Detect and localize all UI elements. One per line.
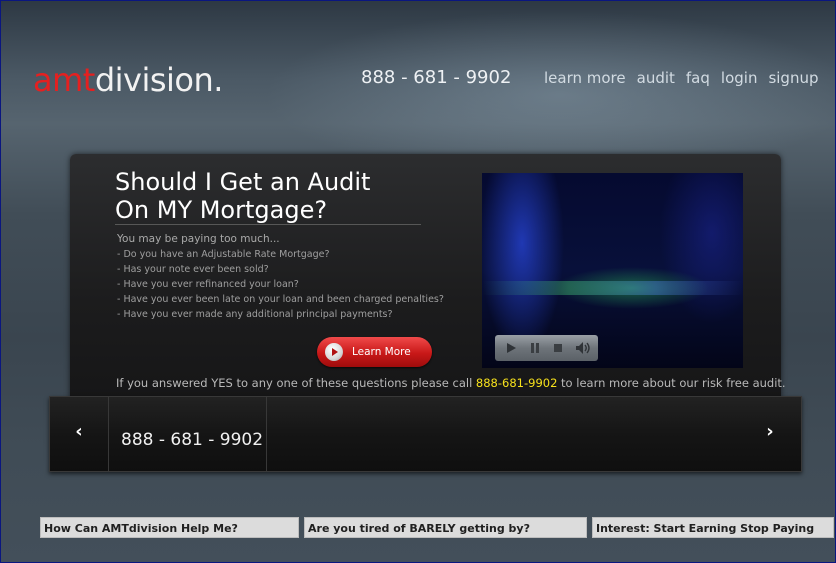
stop-icon[interactable]: [551, 341, 565, 355]
list-item: - Has your note ever been sold?: [117, 264, 269, 275]
play-circle-icon: [325, 343, 343, 361]
slider-phone: 888 - 681 - 9902: [121, 430, 264, 450]
nav-signup[interactable]: signup: [768, 68, 818, 88]
hero-title-line2: On MY Mortgage?: [115, 196, 328, 224]
learn-more-label: Learn More: [352, 346, 411, 358]
pause-icon[interactable]: [528, 341, 542, 355]
logo-accent: amt: [33, 61, 95, 99]
list-item: - Do you have an Adjustable Rate Mortgag…: [117, 249, 330, 260]
footer-tab-help[interactable]: How Can AMTdivision Help Me?: [40, 517, 299, 538]
footer-tab-interest[interactable]: Interest: Start Earning Stop Paying: [592, 517, 834, 538]
list-item: - Have you ever refinanced your loan?: [117, 279, 299, 290]
hero-intro: You may be paying too much...: [117, 233, 280, 245]
footer-tab-tired[interactable]: Are you tired of BARELY getting by?: [304, 517, 587, 538]
list-item: - Have you ever been late on your loan a…: [117, 294, 444, 305]
logo-text: division.: [94, 61, 224, 99]
video-player[interactable]: [482, 173, 743, 368]
nav-learn-more[interactable]: learn more: [544, 68, 626, 88]
main-nav: learn more audit faq login signup: [544, 68, 830, 88]
learn-more-button[interactable]: Learn More: [317, 337, 432, 367]
slider-divider: [108, 397, 109, 471]
list-item: - Have you ever made any additional prin…: [117, 309, 393, 320]
header-phone: 888 - 681 - 9902: [361, 67, 512, 88]
question-list: - Do you have an Adjustable Rate Mortgag…: [117, 247, 444, 322]
video-frame-streak: [482, 281, 743, 295]
play-icon[interactable]: [504, 341, 518, 355]
nav-audit[interactable]: audit: [637, 68, 675, 88]
site-logo[interactable]: amtdivision.: [33, 60, 223, 100]
cta-text: If you answered YES to any one of these …: [116, 376, 786, 390]
cta-after: to learn more about our risk free audit.: [557, 376, 786, 390]
video-controls: [495, 335, 598, 361]
next-arrow-icon[interactable]: ›: [760, 422, 780, 442]
nav-login[interactable]: login: [721, 68, 758, 88]
slider-divider: [266, 397, 267, 471]
hero-title-line1: Should I Get an Audit: [115, 168, 371, 196]
volume-icon[interactable]: [575, 341, 590, 355]
cta-before: If you answered YES to any one of these …: [116, 376, 476, 390]
nav-faq[interactable]: faq: [686, 68, 710, 88]
prev-arrow-icon[interactable]: ‹: [69, 422, 89, 442]
cta-phone[interactable]: 888-681-9902: [476, 376, 557, 390]
title-divider: [115, 224, 421, 225]
hero-title: Should I Get an Audit On MY Mortgage?: [115, 168, 370, 224]
